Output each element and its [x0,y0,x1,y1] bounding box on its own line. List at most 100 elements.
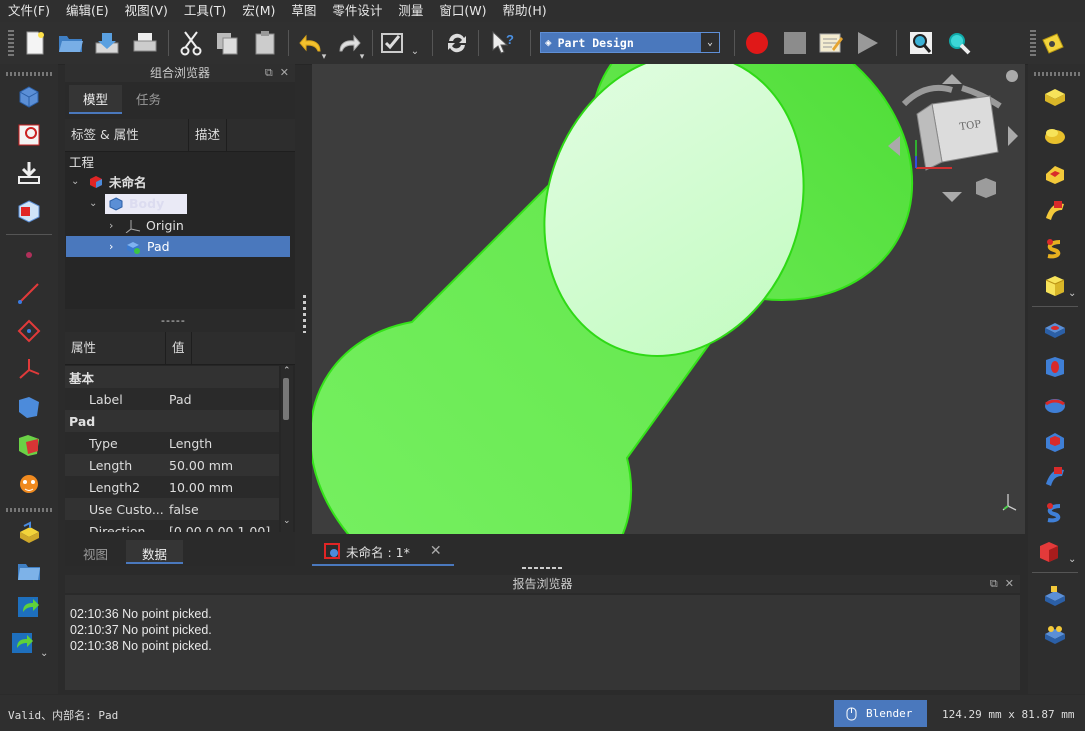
additive-pipe-icon[interactable] [1042,198,1068,224]
prop-value[interactable]: 50.00 mm [169,458,233,473]
macro-edit-icon[interactable] [816,28,846,58]
copy-icon[interactable] [212,28,242,58]
folder-icon[interactable] [16,558,42,584]
chevron-down-icon[interactable]: ⌄ [89,198,103,209]
measure-icon[interactable] [1038,28,1068,58]
check-dropdown-icon[interactable]: ⌄ [408,36,422,66]
scrollbar-thumb[interactable] [283,378,289,420]
nav-menu-dot[interactable] [1006,70,1018,82]
tab-view[interactable]: 视图 [65,540,126,564]
save-icon[interactable] [92,28,122,58]
additive-primitive-icon[interactable] [1042,272,1068,298]
pocket-icon[interactable] [1042,316,1068,342]
menu-help[interactable]: 帮助(H) [495,0,555,22]
menu-macro[interactable]: 宏(M) [234,0,283,22]
property-group-pad[interactable]: Pad [65,410,279,432]
vertical-splitter[interactable] [303,295,306,333]
prop-value[interactable]: false [169,502,199,517]
tree-item-body[interactable]: ⌄ Body [89,193,187,214]
prop-value[interactable]: [0.00 0.00 1.00] [169,524,270,533]
export-icon[interactable] [16,594,42,620]
nav-view-menu-icon[interactable] [976,178,996,198]
tab-model[interactable]: 模型 [69,85,123,114]
report-log[interactable]: 02:10:36 No point picked. 02:10:37 No po… [65,595,1020,690]
refresh-icon[interactable] [442,28,472,58]
close-icon[interactable]: ✕ [280,66,289,79]
document-tab[interactable]: 未命名 : 1* ✕ [312,538,454,566]
property-group-base[interactable]: 基本 [65,366,279,388]
nav-up-arrow[interactable] [942,74,962,84]
zoom-fit-icon[interactable] [906,28,936,58]
subtractive-helix-icon[interactable] [1042,500,1068,526]
chevron-right-icon[interactable]: › [109,219,123,232]
tree-header-label[interactable]: 标签 & 属性 [65,119,189,151]
toolbar-grip[interactable] [6,72,52,76]
clone-icon[interactable] [16,432,42,458]
navigation-style-button[interactable]: Blender [834,700,927,727]
toolbar-grip[interactable] [1034,72,1080,76]
menu-measure[interactable]: 测量 [390,0,431,22]
float-icon[interactable]: ⧉ [990,577,998,590]
workbench-selector[interactable]: ◈ Part Design ⌄ [540,32,720,53]
tree-item-document[interactable]: ⌄ 未命名 [71,171,147,192]
refresh-check-icon[interactable] [378,28,408,58]
additive-helix-icon[interactable] [1042,236,1068,262]
property-row-type[interactable]: Type Length [65,432,279,454]
additive-loft-icon[interactable] [1042,160,1068,186]
prop-value[interactable]: Length [169,436,212,451]
close-icon[interactable]: ✕ [430,543,442,559]
rotate-left-icon[interactable] [901,84,953,107]
groove-icon[interactable] [1042,392,1068,418]
scroll-down-icon[interactable]: ⌄ [283,516,291,526]
create-sketch-icon[interactable] [16,122,42,148]
menu-part-design[interactable]: 零件设计 [324,0,390,22]
cut-icon[interactable] [176,28,206,58]
macro-run-icon[interactable] [852,28,882,58]
report-splitter[interactable] [522,567,562,569]
tree-item-origin[interactable]: › Origin [109,215,184,236]
validate-sketch-icon[interactable] [16,160,42,186]
menu-window[interactable]: 窗口(W) [431,0,494,22]
scroll-up-icon[interactable]: ⌃ [283,366,291,376]
panel-splitter[interactable]: ----- [161,314,186,327]
datum-point-icon[interactable] [16,242,42,268]
close-icon[interactable]: ✕ [1005,577,1014,590]
print-icon[interactable] [130,28,160,58]
toolbar-grip[interactable] [6,508,52,512]
revolution-icon[interactable] [1042,122,1068,148]
property-row-direction[interactable]: Direction [0.00 0.00 1.00] [65,520,279,532]
chamfer-icon[interactable] [1042,620,1068,646]
ogre-icon[interactable] [16,470,42,496]
property-header-value[interactable]: 值 [166,332,192,364]
pad-cylinder[interactable] [309,11,914,609]
property-row-use-custom[interactable]: Use Custo... false [65,498,279,520]
property-header-prop[interactable]: 属性 [65,332,166,364]
shape-binder-icon[interactable] [16,198,42,224]
tab-data[interactable]: 数据 [126,540,184,564]
3d-scene[interactable]: TOP [309,11,1025,609]
prop-value[interactable]: 10.00 mm [169,480,233,495]
subtractive-pipe-icon[interactable] [1042,464,1068,490]
menu-edit[interactable]: 编辑(E) [58,0,117,22]
macro-record-icon[interactable] [742,28,772,58]
prop-value[interactable]: Pad [169,392,192,407]
nav-right-arrow[interactable] [1008,126,1018,146]
property-row-label[interactable]: Label Pad [65,388,279,410]
datum-line-icon[interactable] [16,280,42,306]
chevron-right-icon[interactable]: › [109,240,123,253]
zoom-icon[interactable] [944,28,974,58]
subtractive-primitive-icon[interactable] [1036,538,1062,564]
toolbar-grip[interactable] [1030,30,1036,56]
chevron-down-icon[interactable]: ⌄ [40,648,48,659]
menu-sketch[interactable]: 草图 [283,0,324,22]
property-scrollbar[interactable]: ⌃ ⌄ [281,366,293,532]
local-coordinate-system-icon[interactable] [16,356,42,382]
float-icon[interactable]: ⧉ [265,66,273,79]
sub-shape-binder-icon[interactable] [16,394,42,420]
chevron-down-icon[interactable]: ⌄ [1068,288,1076,299]
chevron-down-icon[interactable]: ⌄ [1068,554,1076,565]
open-folder-icon[interactable] [56,28,86,58]
tree-header-desc[interactable]: 描述 [189,119,228,151]
toolbar-grip[interactable] [8,30,14,56]
hole-icon[interactable] [1042,354,1068,380]
